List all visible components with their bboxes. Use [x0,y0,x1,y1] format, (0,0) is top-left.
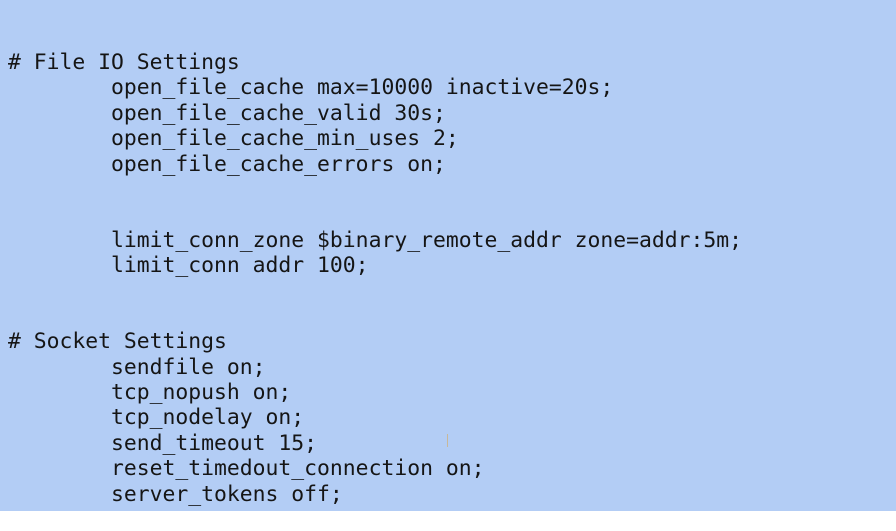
bottom-strip [0,511,896,531]
code-line: open_file_cache_errors on; [111,151,446,177]
comment-line: # Socket Settings [8,329,227,355]
mouse-cursor-icon [447,434,448,447]
code-line: open_file_cache max=10000 inactive=20s; [111,75,614,101]
code-line: send_timeout 15; [111,430,318,456]
code-line: server_tokens off; [111,481,343,507]
code-line: reset_timedout_connection on; [111,456,485,482]
comment-line: # File IO Settings [8,50,240,75]
code-line: open_file_cache_min_uses 2; [111,126,459,152]
code-line: sendfile on; [111,354,266,380]
code-line: open_file_cache_valid 30s; [111,100,446,126]
code-line: tcp_nodelay on; [111,405,305,431]
code-line: limit_conn_zone $binary_remote_addr zone… [111,227,743,253]
code-editor[interactable]: # File IO Settings open_file_cache max=10… [0,0,896,511]
code-line: limit_conn addr 100; [111,253,369,279]
code-block: # File IO Settings open_file_cache max=10… [8,50,742,507]
code-line: tcp_nopush on; [111,380,292,406]
